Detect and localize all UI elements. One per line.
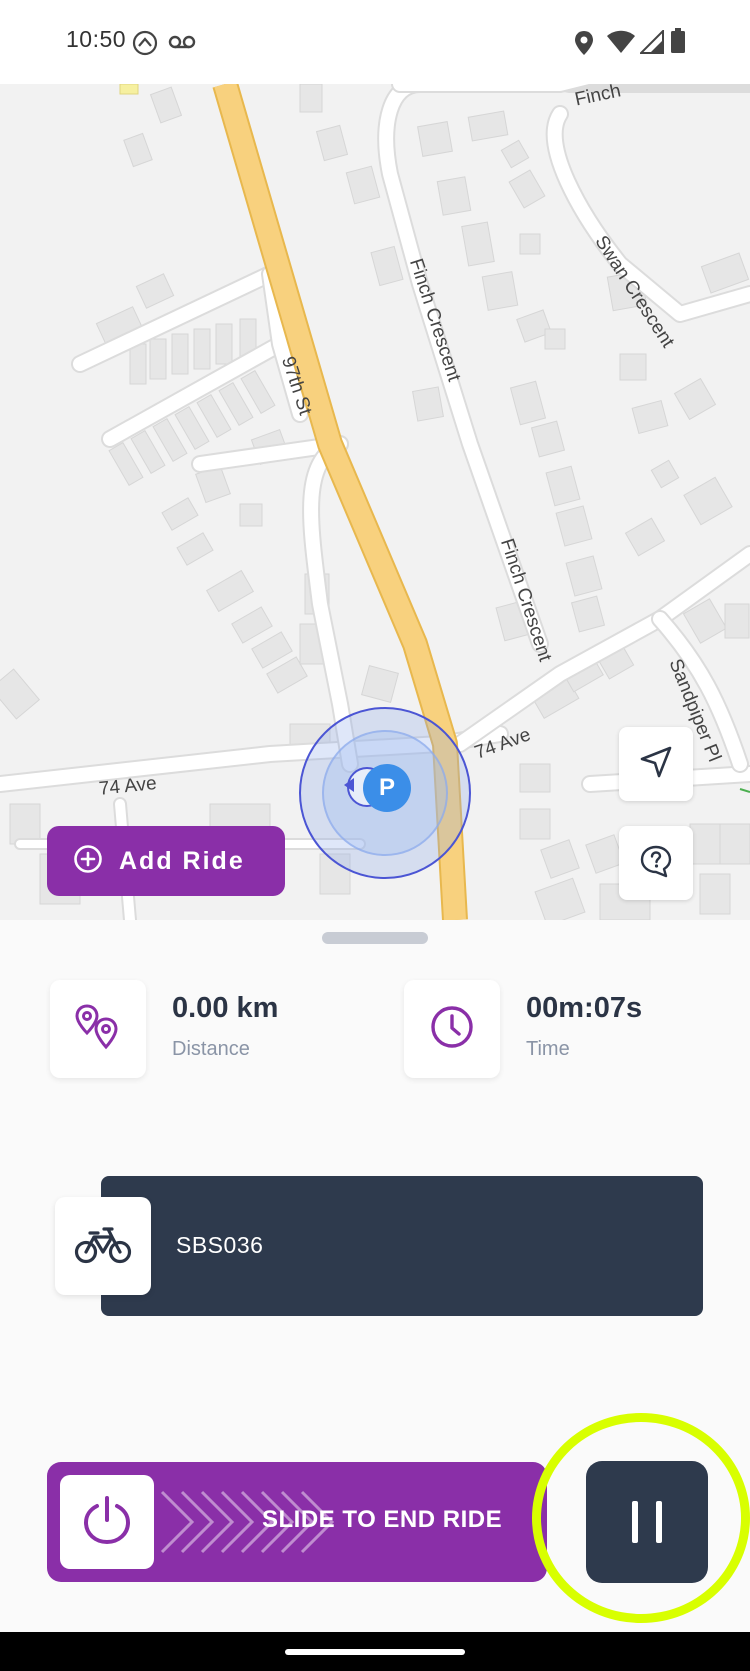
wifi-icon xyxy=(606,30,636,59)
map-view[interactable]: Finch Finch Crescent Finch Crescent Swan… xyxy=(0,84,750,920)
cellular-signal-icon xyxy=(638,28,664,59)
time-icon-card xyxy=(404,980,500,1078)
status-bar: 10:50 xyxy=(0,0,750,84)
voicemail-icon xyxy=(168,34,196,55)
distance-label: Distance xyxy=(172,1038,250,1060)
add-ride-button[interactable]: Add Ride xyxy=(47,826,285,896)
navigate-icon xyxy=(639,745,673,784)
app-notification-icon xyxy=(132,30,158,61)
distance-icon-card xyxy=(50,980,146,1078)
location-icon xyxy=(574,30,594,61)
parking-marker-icon[interactable]: P xyxy=(363,764,411,812)
bicycle-icon xyxy=(74,1223,132,1270)
ride-stats: 0.00 km Distance 00m:07s Time xyxy=(0,980,750,1082)
clock-icon xyxy=(429,1004,475,1055)
battery-icon xyxy=(670,28,686,59)
add-ride-label: Add Ride xyxy=(119,846,245,875)
time-value: 00m:07s xyxy=(526,992,643,1024)
slide-to-end-ride[interactable]: SLIDE TO END RIDE xyxy=(47,1462,547,1582)
distance-value: 0.00 km xyxy=(172,992,279,1024)
slide-to-end-ride-label: SLIDE TO END RIDE xyxy=(262,1506,503,1533)
current-location-marker: P xyxy=(299,707,471,879)
plus-circle-icon xyxy=(73,844,103,879)
help-icon xyxy=(639,844,673,883)
drag-handle[interactable] xyxy=(322,932,428,944)
route-pins-icon xyxy=(72,1003,124,1056)
location-heading-icon xyxy=(344,778,354,792)
help-button[interactable] xyxy=(619,826,693,900)
bike-icon-card xyxy=(55,1197,151,1295)
highlight-ring xyxy=(532,1413,750,1623)
parking-marker-letter: P xyxy=(378,774,395,801)
power-icon xyxy=(80,1493,134,1552)
status-time: 10:50 xyxy=(66,26,127,52)
home-indicator[interactable] xyxy=(285,1649,465,1655)
recenter-button[interactable] xyxy=(619,727,693,801)
bike-id: SBS036 xyxy=(176,1232,264,1258)
system-nav-bar xyxy=(0,1632,750,1671)
ride-bottom-sheet: 0.00 km Distance 00m:07s Time SBS036 SLI… xyxy=(0,920,750,1636)
slider-knob[interactable] xyxy=(60,1475,154,1569)
time-label: Time xyxy=(526,1038,570,1060)
